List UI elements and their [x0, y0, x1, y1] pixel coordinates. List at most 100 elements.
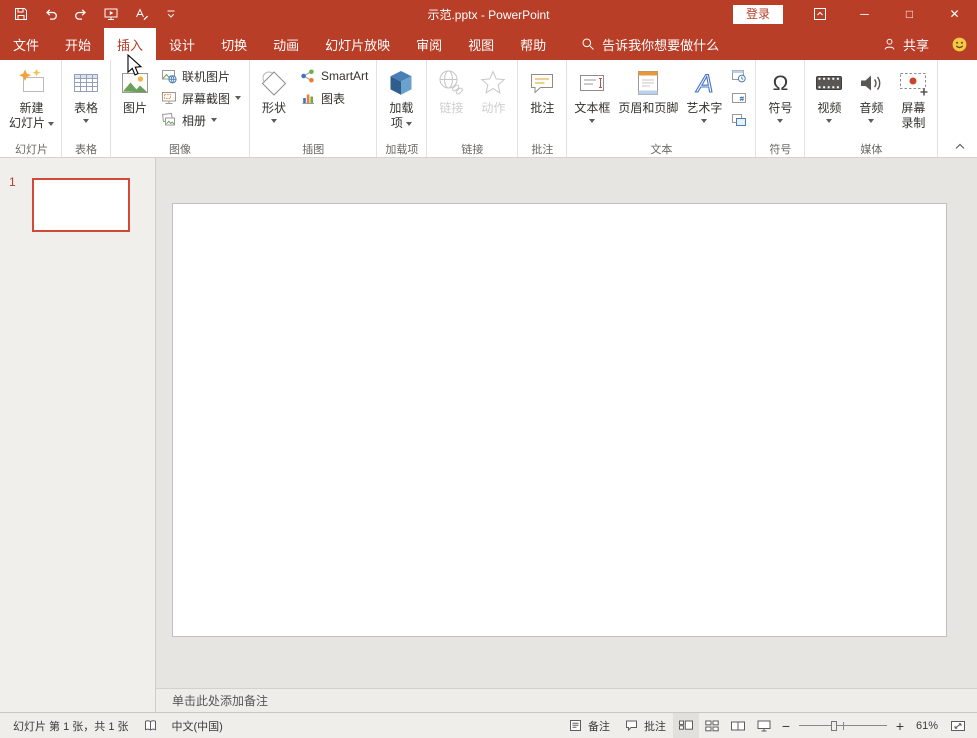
zoom-slider-thumb[interactable] — [831, 721, 837, 731]
comments-toggle-button[interactable]: 批注 — [617, 713, 673, 738]
symbol-button[interactable]: Ω 符号 — [759, 65, 801, 141]
tab-review[interactable]: 审阅 — [403, 28, 455, 60]
language-button[interactable]: 中文(中国) — [165, 713, 230, 738]
notes-icon — [568, 718, 583, 733]
maximize-button[interactable]: □ — [887, 0, 932, 28]
shapes-button[interactable]: 形状 — [253, 65, 295, 141]
chart-icon — [300, 90, 316, 106]
save-button[interactable] — [6, 0, 36, 28]
save-icon — [13, 6, 29, 22]
audio-icon — [855, 67, 887, 99]
new-slide-button[interactable]: 新建 幻灯片 — [5, 65, 58, 141]
notes-pane[interactable]: 单击此处添加备注 — [156, 688, 977, 712]
chart-button[interactable]: 图表 — [295, 87, 373, 109]
screenshot-icon — [161, 90, 177, 106]
ribbon-display-options-button[interactable] — [797, 0, 842, 28]
person-icon — [882, 37, 897, 52]
notes-toggle-button[interactable]: 备注 — [561, 713, 617, 738]
slide-thumbnail-number: 1 — [9, 175, 16, 189]
group-illustrations: 形状 SmartArt 图表 插图 — [250, 60, 377, 157]
tab-animations[interactable]: 动画 — [260, 28, 312, 60]
tab-view[interactable]: 视图 — [455, 28, 507, 60]
sign-in-button[interactable]: 登录 — [733, 5, 783, 24]
spellcheck-book-icon — [143, 718, 158, 733]
slide-canvas[interactable] — [172, 203, 947, 637]
tab-home[interactable]: 开始 — [52, 28, 104, 60]
date-time-button[interactable] — [726, 65, 752, 87]
online-pictures-button[interactable]: 联机图片 — [156, 65, 246, 87]
slide-sorter-view-button[interactable] — [699, 713, 725, 738]
video-icon — [813, 67, 845, 99]
tab-help[interactable]: 帮助 — [507, 28, 559, 60]
editor-column: 单击此处添加备注 — [156, 158, 977, 712]
text-box-button[interactable]: 文本框 — [570, 65, 614, 141]
undo-button[interactable] — [36, 0, 66, 28]
chevron-up-icon — [954, 141, 966, 151]
slide-number-button[interactable] — [726, 87, 752, 109]
zoom-in-button[interactable]: + — [891, 713, 909, 738]
customize-qat-button[interactable] — [156, 0, 186, 28]
addins-button[interactable]: 加载 项 — [380, 65, 422, 141]
dropdown-arrow-icon — [406, 122, 412, 126]
group-slides: 新建 幻灯片 幻灯片 — [2, 60, 62, 157]
audio-label: 音频 — [859, 101, 883, 116]
redo-button[interactable] — [66, 0, 96, 28]
tab-insert[interactable]: 插入 — [104, 28, 156, 60]
zoom-out-button[interactable]: − — [777, 713, 795, 738]
tab-design[interactable]: 设计 — [156, 28, 208, 60]
feedback-smiley-button[interactable] — [941, 28, 977, 60]
zoom-level-button[interactable]: 61% — [909, 713, 945, 738]
annotate-button[interactable] — [126, 0, 156, 28]
screen-recording-button[interactable]: 屏幕 录制 — [892, 65, 934, 141]
addins-icon — [385, 67, 417, 99]
zoom-level-label: 61% — [916, 720, 938, 732]
start-slideshow-button[interactable] — [96, 0, 126, 28]
omega-glyph: Ω — [773, 73, 789, 94]
tell-me-search[interactable]: 告诉我你想要做什么 — [567, 28, 733, 60]
zoom-slider[interactable] — [799, 719, 887, 733]
normal-view-button[interactable] — [673, 713, 699, 738]
symbol-label: 符号 — [768, 101, 792, 116]
action-button: 动作 — [472, 65, 514, 141]
slide-sorter-icon — [704, 719, 720, 733]
slideshow-view-button[interactable] — [751, 713, 777, 738]
dropdown-arrow-icon — [211, 118, 217, 122]
video-button[interactable]: 视频 — [808, 65, 850, 141]
screenshot-button[interactable]: 屏幕截图 — [156, 87, 246, 109]
slideshow-view-icon — [756, 719, 772, 733]
smiley-icon — [951, 36, 968, 53]
fit-slide-button[interactable] — [945, 713, 971, 738]
close-button[interactable]: ✕ — [932, 0, 977, 28]
link-button: 链接 — [430, 65, 472, 141]
tab-transitions[interactable]: 切换 — [208, 28, 260, 60]
slide-indicator-label: 幻灯片 第 1 张，共 1 张 — [13, 718, 129, 734]
screen-recording-icon — [897, 67, 929, 99]
dropdown-arrow-icon — [777, 119, 783, 123]
collapse-ribbon-button[interactable] — [951, 139, 969, 153]
group-text: 文本框 页眉和页脚 A 艺术字 — [567, 60, 756, 157]
wordart-button[interactable]: A 艺术字 — [682, 65, 726, 141]
group-media: 视频 音频 屏幕 录制 媒体 — [805, 60, 938, 157]
spellcheck-button[interactable] — [136, 713, 165, 738]
share-button[interactable]: 共享 — [870, 28, 941, 60]
reading-view-icon — [730, 719, 746, 733]
customize-qat-icon — [163, 6, 179, 22]
slide-thumbnail[interactable] — [32, 178, 130, 232]
tab-slideshow[interactable]: 幻灯片放映 — [312, 28, 403, 60]
photo-album-button[interactable]: 相册 — [156, 109, 246, 131]
audio-button[interactable]: 音频 — [850, 65, 892, 141]
reading-view-button[interactable] — [725, 713, 751, 738]
header-footer-button[interactable]: 页眉和页脚 — [614, 65, 682, 141]
status-bar-right: 备注 批注 − + — [561, 713, 971, 738]
minimize-button[interactable]: ─ — [842, 0, 887, 28]
smartart-button[interactable]: SmartArt — [295, 65, 373, 87]
pictures-button[interactable]: 图片 — [114, 65, 156, 141]
photo-album-icon — [161, 112, 177, 128]
tab-file[interactable]: 文件 — [0, 28, 52, 60]
comment-button[interactable]: 批注 — [521, 65, 563, 141]
smartart-icon — [300, 68, 316, 84]
group-links: 链接 动作 链接 — [427, 60, 518, 157]
object-button[interactable] — [726, 109, 752, 131]
dropdown-arrow-icon — [826, 119, 832, 123]
table-button[interactable]: 表格 — [65, 65, 107, 141]
